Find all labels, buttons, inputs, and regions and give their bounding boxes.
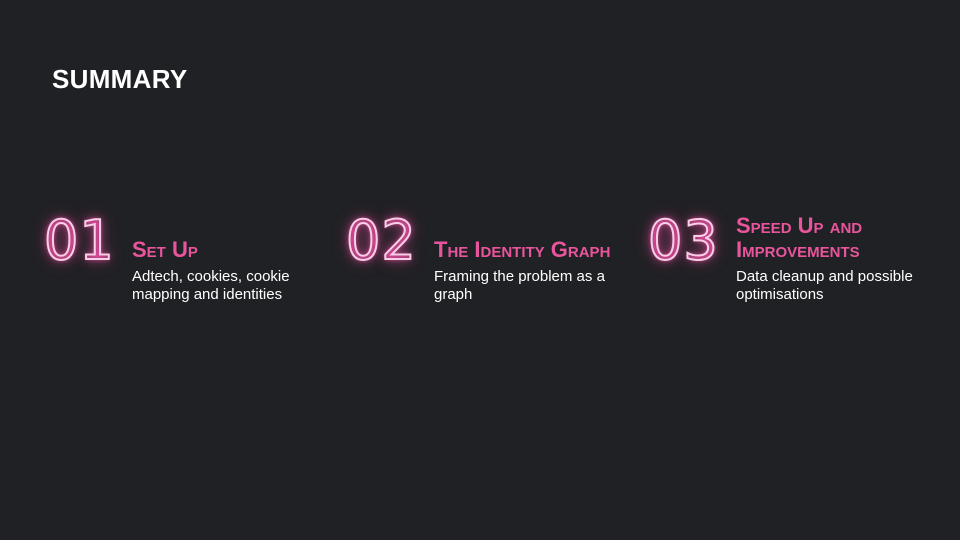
item-heading: The Identity Graph xyxy=(434,237,611,262)
item-heading: Speed Up and Improvements xyxy=(736,213,863,262)
item-number: 02 xyxy=(345,209,417,273)
summary-item-speed-up: 03 Speed Up and Improvements Data cleanu… xyxy=(647,209,928,320)
summary-item-set-up: 01 Set Up Adtech, cookies, cookie mappin… xyxy=(43,209,324,320)
summary-item-identity-graph: 02 The Identity Graph Framing the proble… xyxy=(345,209,626,320)
item-description: Adtech, cookies, cookie mapping and iden… xyxy=(132,268,290,303)
item-text-block: The Identity Graph Framing the problem a… xyxy=(434,210,626,320)
item-heading: Set Up xyxy=(132,237,198,262)
item-number: 01 xyxy=(43,209,115,273)
item-number: 03 xyxy=(647,209,719,273)
item-description: Data cleanup and possible optimisations xyxy=(736,268,913,303)
item-text-block: Set Up Adtech, cookies, cookie mapping a… xyxy=(132,210,324,320)
item-text-block: Speed Up and Improvements Data cleanup a… xyxy=(736,210,928,320)
slide: SUMMARY 01 Set Up Adtech, cookies, cooki… xyxy=(0,0,960,540)
item-description: Framing the problem as a graph xyxy=(434,268,605,303)
slide-title: SUMMARY xyxy=(52,64,188,94)
